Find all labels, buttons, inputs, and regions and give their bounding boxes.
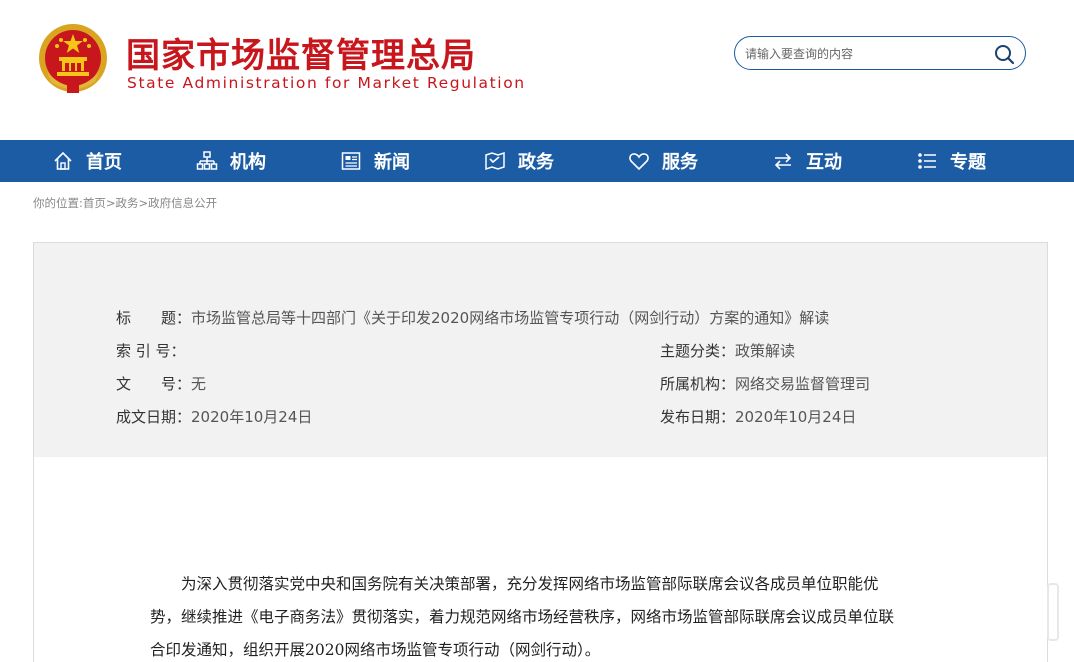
side-decoration-icon: [1047, 583, 1059, 641]
breadcrumb-prefix: 你的位置:: [33, 196, 83, 210]
breadcrumb-link-home[interactable]: 首页: [83, 196, 106, 210]
site-header: 国家市场监督管理总局 State Administration for Mark…: [0, 0, 1074, 140]
nav-item-home[interactable]: 首页: [52, 140, 122, 182]
nav-item-government-affairs[interactable]: 政务: [484, 140, 554, 182]
article-paragraph-line: 势，继续推进《电子商务法》贯彻落实，着力规范网络市场经营秩序，网络市场监管部际联…: [150, 608, 895, 626]
search-icon[interactable]: [993, 43, 1015, 65]
heart-icon: [629, 153, 649, 171]
topics-list-icon: [918, 153, 936, 169]
nav-label: 机构: [230, 152, 266, 173]
info-index-row: 索 引 号：: [116, 340, 186, 361]
info-index-label: 索 引 号：: [116, 342, 186, 360]
info-published-date-label: 发布日期：: [660, 408, 736, 426]
info-created-date-label: 成文日期：: [116, 408, 192, 426]
article-paragraph-line: 为深入贯彻落实党中央和国务院有关决策部署，充分发挥网络市场监管部际联席会议各成员…: [150, 575, 879, 593]
home-icon: [54, 151, 72, 170]
info-topic-row: 主题分类：政策解读: [660, 340, 795, 361]
info-topic-label: 主题分类：: [660, 342, 736, 360]
info-published-date-row: 发布日期：2020年10月24日: [660, 406, 856, 427]
info-agency-value: 网络交易监督管理司: [735, 375, 871, 393]
info-doc-number-label: 文 号：: [116, 375, 192, 393]
info-agency-row: 所属机构：网络交易监督管理司: [660, 373, 870, 394]
site-title-cn: 国家市场监督管理总局: [126, 36, 476, 76]
info-doc-number-row: 文 号：无: [116, 373, 206, 394]
breadcrumb-separator: >: [138, 196, 149, 210]
nav-label: 政务: [518, 152, 554, 173]
nav-label: 专题: [950, 152, 986, 173]
breadcrumb-link-affairs[interactable]: 政务: [116, 196, 139, 210]
national-emblem-icon[interactable]: [37, 22, 109, 96]
info-created-date-value: 2020年10月24日: [191, 408, 313, 426]
nav-item-news[interactable]: 新闻: [340, 140, 410, 182]
nav-item-services[interactable]: 服务: [628, 140, 698, 182]
org-chart-icon: [196, 151, 218, 170]
info-title-value: 市场监管总局等十四部门《关于印发2020网络市场监管专项行动（网剑行动）方案的通…: [191, 309, 830, 327]
nav-label: 新闻: [374, 152, 410, 173]
search-box: [734, 36, 1026, 70]
nav-item-organization[interactable]: 机构: [196, 140, 266, 182]
nav-label: 服务: [662, 152, 698, 173]
info-title-label: 标 题：: [116, 309, 192, 327]
news-icon: [341, 152, 361, 170]
document-info-panel: 标 题：市场监管总局等十四部门《关于印发2020网络市场监管专项行动（网剑行动）…: [33, 242, 1048, 458]
article-paragraph-line: 合印发通知，组织开展2020网络市场监管专项行动（网剑行动）。: [150, 641, 601, 659]
nav-item-topics[interactable]: 专题: [916, 140, 986, 182]
info-doc-number-value: 无: [191, 375, 207, 393]
search-input[interactable]: [745, 44, 985, 64]
nav-label: 互动: [806, 152, 842, 173]
breadcrumb-link-open-info[interactable]: 政府信息公开: [148, 196, 217, 210]
info-agency-label: 所属机构：: [660, 375, 736, 393]
nav-label: 首页: [86, 152, 122, 173]
main-nav: 首页 机构 新闻 政务 服务 互动 专题: [0, 140, 1074, 182]
info-topic-value: 政策解读: [735, 342, 796, 360]
nav-item-interaction[interactable]: 互动: [772, 140, 842, 182]
info-title-row: 标 题：市场监管总局等十四部门《关于印发2020网络市场监管专项行动（网剑行动）…: [116, 307, 829, 328]
site-title-en: State Administration for Market Regulati…: [127, 74, 526, 92]
government-affairs-icon: [485, 151, 505, 171]
breadcrumb-separator: >: [105, 196, 116, 210]
breadcrumb: 你的位置:首页>政务>政府信息公开: [33, 195, 217, 211]
swap-arrows-icon: [774, 153, 792, 170]
info-created-date-row: 成文日期：2020年10月24日: [116, 406, 312, 427]
info-published-date-value: 2020年10月24日: [735, 408, 857, 426]
